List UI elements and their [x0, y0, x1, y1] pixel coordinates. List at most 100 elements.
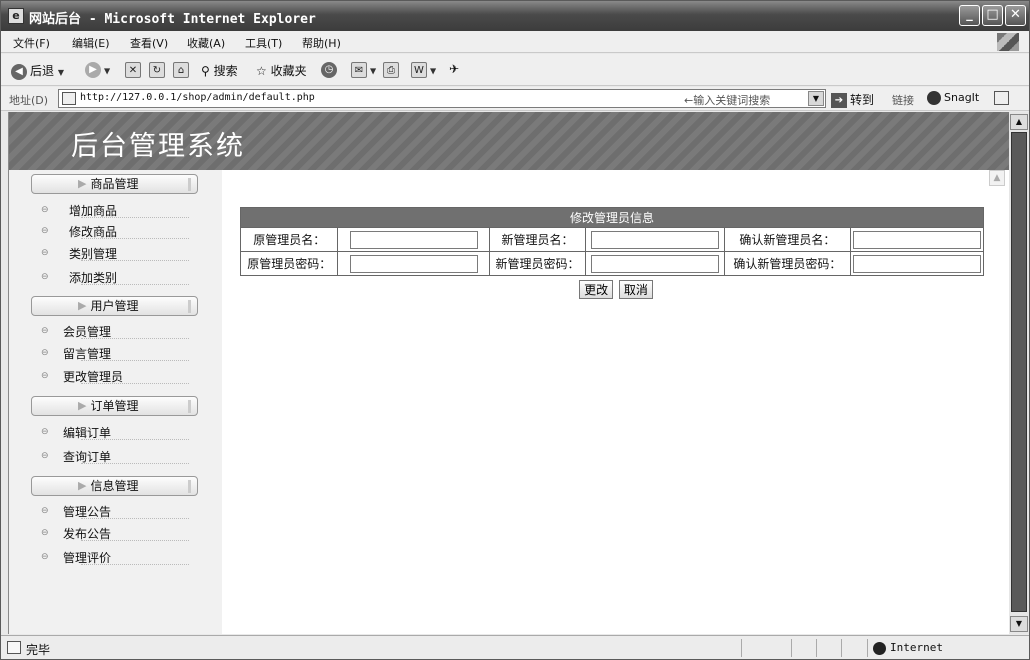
dotted-separator — [81, 338, 189, 339]
search-button[interactable]: ⚲ 搜索 — [201, 62, 238, 78]
history-button[interactable]: ◷ — [321, 62, 340, 78]
title-bar: e 网站后台 - Microsoft Internet Explorer _ □… — [1, 1, 1029, 31]
sidebar-item-messages[interactable]: ⊖ 留言管理 — [41, 345, 189, 363]
confirm-name-cell — [849, 227, 985, 252]
windows-logo-icon — [997, 33, 1019, 51]
play-triangle-icon: ▶ — [78, 479, 87, 492]
back-arrow-icon: ◀ — [11, 63, 27, 80]
new-name-label: 新管理员名： — [489, 227, 586, 252]
forward-dropdown-icon[interactable]: ▼ — [104, 67, 110, 76]
dotted-separator — [81, 284, 189, 285]
status-text: 完毕 — [26, 643, 51, 657]
menu-file[interactable]: 文件(F) — [13, 35, 50, 51]
go-label: 转到 — [850, 93, 875, 107]
sidebar-item-edit-product[interactable]: ⊖ 修改商品 — [41, 223, 189, 241]
home-icon: ⌂ — [173, 62, 189, 78]
keyword-search-hint[interactable]: ←输入关键词搜索 — [684, 92, 770, 108]
play-triangle-icon: ▶ — [78, 177, 87, 190]
vertical-scrollbar[interactable]: ▲ ▼ — [1009, 112, 1029, 634]
sidebar-item-add-category[interactable]: ⊖ 添加类别 — [41, 269, 189, 287]
print-button[interactable]: ⎙ — [383, 62, 402, 78]
admin-form-table: 修改管理员信息 原管理员名： 新管理员名： 确认新管理员名： 原管理员密码： 新… — [239, 207, 985, 276]
menu-tools[interactable]: 工具(T) — [245, 35, 282, 51]
history-icon: ◷ — [321, 62, 337, 78]
confirm-password-input[interactable] — [852, 254, 981, 273]
confirm-password-label: 确认新管理员密码： — [723, 251, 851, 276]
address-input[interactable]: http://127.0.0.1/shop/admin/default.php … — [58, 89, 826, 108]
toolbar: ◀ 后退 ▼ ▶ ▼ ✕ ↻ ⌂ ⚲ 搜索 ☆ 收藏夹 ◷ ✉ ▼ ⎙ W ▼ ✈ — [1, 54, 1029, 86]
status-bar: 完毕 Internet — [1, 635, 1029, 659]
menu-favorites[interactable]: 收藏(A) — [187, 35, 225, 51]
minimize-button[interactable]: _ — [959, 5, 980, 26]
sidebar-section-users[interactable]: ▶ 用户管理 — [31, 296, 198, 316]
sidebar-section-products[interactable]: ▶ 商品管理 — [31, 174, 198, 194]
dotted-separator — [81, 383, 189, 384]
address-url[interactable]: http://127.0.0.1/shop/admin/default.php — [80, 92, 315, 103]
page-content: 后台管理系统 ▶ 商品管理 ⊖ 增加商品 ⊖ 修改商品 ⊖ 类别管理 ⊖ 添加类别 ▶ 用户… — [8, 112, 1009, 634]
back-dropdown-icon[interactable]: ▼ — [58, 68, 64, 77]
page-icon — [62, 92, 76, 105]
scroll-up-icon[interactable]: ▲ — [1010, 114, 1028, 130]
mail-button[interactable]: ✉ ▼ — [351, 62, 376, 78]
sidebar-item-manage-reviews[interactable]: ⊖ 管理评价 — [41, 549, 189, 567]
forward-arrow-icon: ▶ — [85, 62, 101, 78]
sidebar-section-info[interactable]: ▶ 信息管理 — [31, 476, 198, 496]
bullet-icon: ⊖ — [41, 427, 49, 437]
word-button[interactable]: W ▼ — [411, 62, 436, 78]
submit-change-button[interactable]: 更改 — [579, 280, 614, 299]
scroll-down-icon[interactable]: ▼ — [1010, 616, 1028, 632]
sidebar-item-change-admin[interactable]: ⊖ 更改管理员 — [41, 368, 189, 386]
menu-edit[interactable]: 编辑(E) — [72, 35, 110, 51]
section-bar-icon — [188, 300, 191, 313]
stop-button[interactable]: ✕ — [125, 62, 144, 78]
sidebar: ▶ 商品管理 ⊖ 增加商品 ⊖ 修改商品 ⊖ 类别管理 ⊖ 添加类别 ▶ 用户管理 ⊖ 会员管… — [9, 170, 222, 634]
new-password-input[interactable] — [590, 254, 719, 273]
sidebar-item-publish-notice[interactable]: ⊖ 发布公告 — [41, 525, 189, 543]
scroll-thumb[interactable] — [1011, 132, 1027, 612]
refresh-button[interactable]: ↻ — [149, 62, 168, 78]
close-button[interactable]: ✕ — [1005, 5, 1026, 26]
forward-button[interactable]: ▶ ▼ — [85, 62, 110, 78]
zone-label: Internet — [890, 641, 943, 654]
bullet-icon: ⊖ — [41, 205, 49, 215]
sidebar-item-category-manage[interactable]: ⊖ 类别管理 — [41, 245, 189, 263]
messenger-button[interactable]: ✈ — [449, 62, 459, 78]
status-divider — [791, 639, 792, 657]
go-button[interactable]: ➔ 转到 — [831, 91, 874, 108]
form-button-row: 更改 取消 — [222, 280, 1009, 299]
cancel-button[interactable]: 取消 — [618, 280, 653, 299]
back-button[interactable]: ◀ 后退 ▼ — [11, 62, 64, 80]
confirm-name-input[interactable] — [852, 230, 981, 249]
favorites-button[interactable]: ☆ 收藏夹 — [256, 62, 307, 78]
section-bar-icon — [188, 480, 191, 493]
dotted-separator — [81, 463, 189, 464]
inner-scroll-up-icon[interactable]: ▲ — [989, 170, 1005, 186]
sidebar-item-manage-notices[interactable]: ⊖ 管理公告 — [41, 503, 189, 521]
sidebar-item-query-orders[interactable]: ⊖ 查询订单 — [41, 448, 189, 466]
address-dropdown-icon[interactable]: ▼ — [808, 91, 824, 106]
links-button[interactable]: 链接 — [892, 92, 914, 108]
word-dropdown-icon[interactable]: ▼ — [430, 67, 436, 76]
old-password-input[interactable] — [349, 254, 478, 273]
dotted-separator — [81, 439, 189, 440]
sidebar-item-members[interactable]: ⊖ 会员管理 — [41, 323, 189, 341]
sidebar-section-orders[interactable]: ▶ 订单管理 — [31, 396, 198, 416]
mail-icon: ✉ — [351, 62, 367, 78]
sidebar-item-add-product[interactable]: ⊖ 增加商品 — [41, 202, 189, 220]
snagit-button[interactable]: SnagIt — [927, 91, 979, 105]
word-icon: W — [411, 62, 427, 78]
dotted-separator — [81, 260, 189, 261]
menu-view[interactable]: 查看(V) — [130, 35, 168, 51]
play-triangle-icon: ▶ — [78, 299, 87, 312]
sidebar-item-edit-orders[interactable]: ⊖ 编辑订单 — [41, 424, 189, 442]
bullet-icon: ⊖ — [41, 226, 49, 236]
home-button[interactable]: ⌂ — [173, 62, 192, 78]
old-name-input[interactable] — [349, 230, 478, 249]
extension-icon[interactable] — [994, 91, 1009, 105]
search-icon: ⚲ — [201, 64, 210, 78]
maximize-button[interactable]: □ — [982, 5, 1003, 26]
new-name-input[interactable] — [590, 230, 719, 249]
mail-dropdown-icon[interactable]: ▼ — [370, 67, 376, 76]
old-password-cell — [337, 251, 491, 276]
menu-help[interactable]: 帮助(H) — [302, 35, 341, 51]
